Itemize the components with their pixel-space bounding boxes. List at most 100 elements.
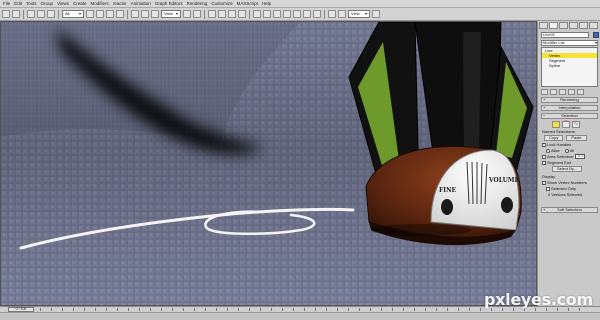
selected-only-checkbox[interactable] <box>546 186 550 191</box>
copy-button[interactable]: Copy <box>544 135 564 141</box>
redo-button[interactable] <box>12 10 20 18</box>
all-label: All <box>569 148 575 153</box>
selection-filter-dropdown[interactable]: All ▾ <box>62 10 84 18</box>
menu-animation[interactable]: Animation <box>131 1 151 6</box>
lock-handles-label: Lock Handles <box>547 142 572 147</box>
menu-file[interactable]: File <box>3 1 10 6</box>
menu-modifiers[interactable]: Modifiers <box>91 1 109 6</box>
area-selection-label: Area Selection: <box>547 154 575 159</box>
motion-tab[interactable] <box>569 22 578 29</box>
menu-views[interactable]: Views <box>57 1 69 6</box>
interpolation-rollout-label: Interpolation <box>558 105 581 110</box>
select-and-move-button[interactable] <box>131 10 139 18</box>
menu-tools[interactable]: Tools <box>26 1 37 6</box>
show-vertex-numbers-checkbox[interactable] <box>542 180 546 185</box>
modify-tab[interactable] <box>549 22 558 29</box>
stack-item-spline[interactable]: Spline <box>542 63 597 68</box>
menu-graph-editors[interactable]: Graph Editors <box>155 1 183 6</box>
rendering-rollout[interactable]: + Rendering <box>541 97 598 103</box>
segment-level-icon[interactable]: ⌒ <box>562 121 570 128</box>
snaps-toggle-button[interactable] <box>208 10 216 18</box>
spline-level-icon[interactable]: ∿ <box>572 121 580 128</box>
vertex-level-icon[interactable]: · <box>552 121 560 128</box>
toolbar-divider <box>127 9 128 19</box>
display-tab[interactable] <box>579 22 588 29</box>
menu-rendering[interactable]: Rendering <box>187 1 208 6</box>
angle-snap-button[interactable] <box>218 10 226 18</box>
expand-icon: + <box>543 105 546 110</box>
chevron-down-icon: ▾ <box>78 11 81 16</box>
select-by-row: Select By... <box>538 166 600 172</box>
menu-create[interactable]: Create <box>73 1 87 6</box>
alike-radio[interactable] <box>546 148 550 153</box>
radio-label-volume: VOLUME <box>488 177 520 184</box>
curve-editor-button[interactable] <box>293 10 301 18</box>
alike-label: Alike <box>551 148 560 153</box>
reference-coordinate-dropdown[interactable]: View ▾ <box>161 10 181 18</box>
edit-named-selection-button[interactable] <box>253 10 261 18</box>
create-tab[interactable] <box>539 22 548 29</box>
chevron-down-icon: ▾ <box>594 40 597 45</box>
select-and-rotate-button[interactable] <box>141 10 149 18</box>
schematic-view-button[interactable] <box>303 10 311 18</box>
utilities-tab[interactable] <box>589 22 598 29</box>
window-crossing-button[interactable] <box>116 10 124 18</box>
segment-end-label: Segment End <box>547 160 572 165</box>
select-and-scale-button[interactable] <box>151 10 159 18</box>
unlink-button[interactable] <box>37 10 45 18</box>
select-by-button[interactable]: Select By... <box>552 166 582 172</box>
all-radio[interactable] <box>564 148 569 153</box>
menu-edit[interactable]: Edit <box>14 1 22 6</box>
show-end-result-button[interactable] <box>550 88 557 95</box>
select-by-name-button[interactable] <box>96 10 104 18</box>
configure-modifier-sets-button[interactable] <box>577 88 584 95</box>
select-object-button[interactable] <box>86 10 94 18</box>
menu-maxscript[interactable]: MAXScript <box>237 1 258 6</box>
spinner-snap-button[interactable] <box>238 10 246 18</box>
align-button[interactable] <box>273 10 281 18</box>
interpolation-rollout[interactable]: + Interpolation <box>541 105 598 111</box>
radio-model: FINE VOLUME <box>348 22 534 246</box>
bind-space-warp-button[interactable] <box>47 10 55 18</box>
percent-snap-button[interactable] <box>228 10 236 18</box>
select-and-manipulate-button[interactable] <box>193 10 201 18</box>
watermark: pxleyes.com <box>484 290 593 309</box>
material-editor-button[interactable] <box>313 10 321 18</box>
object-color-swatch[interactable] <box>593 32 599 38</box>
rendered-frame-window-button[interactable] <box>338 10 346 18</box>
object-name-field[interactable]: Line01 <box>541 32 589 38</box>
render-setup-button[interactable] <box>328 10 336 18</box>
menu-customize[interactable]: Customize <box>211 1 232 6</box>
modifier-list-dropdown[interactable]: Modifier List ▾ <box>541 40 598 46</box>
layer-manager-button[interactable] <box>283 10 291 18</box>
show-vertex-numbers-row: Show Vertex Numbers <box>538 180 600 185</box>
segment-end-checkbox[interactable] <box>542 160 546 165</box>
rectangular-selection-button[interactable] <box>106 10 114 18</box>
remove-modifier-button[interactable] <box>568 88 575 95</box>
link-button[interactable] <box>27 10 35 18</box>
pivot-point-button[interactable] <box>183 10 191 18</box>
lock-handles-row: Lock Handles <box>538 142 600 147</box>
soft-selection-rollout[interactable]: + Soft Selection <box>541 207 598 213</box>
menu-group[interactable]: Group <box>41 1 54 6</box>
selection-rollout[interactable]: − Selection <box>541 113 598 119</box>
lock-handles-checkbox[interactable] <box>542 142 546 147</box>
mirror-button[interactable] <box>263 10 271 18</box>
named-selections-label: Named Selections: <box>542 129 576 134</box>
named-selection-dropdown[interactable]: View ▾ <box>348 10 370 18</box>
collapse-icon: − <box>543 113 546 118</box>
area-selection-spinner[interactable]: 0.1 <box>575 154 586 159</box>
area-selection-checkbox[interactable] <box>542 154 546 159</box>
menu-reactor[interactable]: reactor <box>113 1 127 6</box>
quick-render-button[interactable] <box>372 10 380 18</box>
make-unique-button[interactable] <box>559 88 566 95</box>
menu-bar: File Edit Tools Group Views Create Modif… <box>0 0 600 8</box>
lock-handles-mode-row: Alike All <box>538 148 600 153</box>
menu-help[interactable]: Help <box>262 1 271 6</box>
perspective-viewport[interactable]: FINE VOLUME <box>0 21 537 306</box>
pin-stack-button[interactable] <box>541 88 548 95</box>
toolbar-divider <box>23 9 24 19</box>
undo-button[interactable] <box>2 10 10 18</box>
paste-button[interactable]: Paste <box>566 135 587 141</box>
hierarchy-tab[interactable] <box>559 22 568 29</box>
